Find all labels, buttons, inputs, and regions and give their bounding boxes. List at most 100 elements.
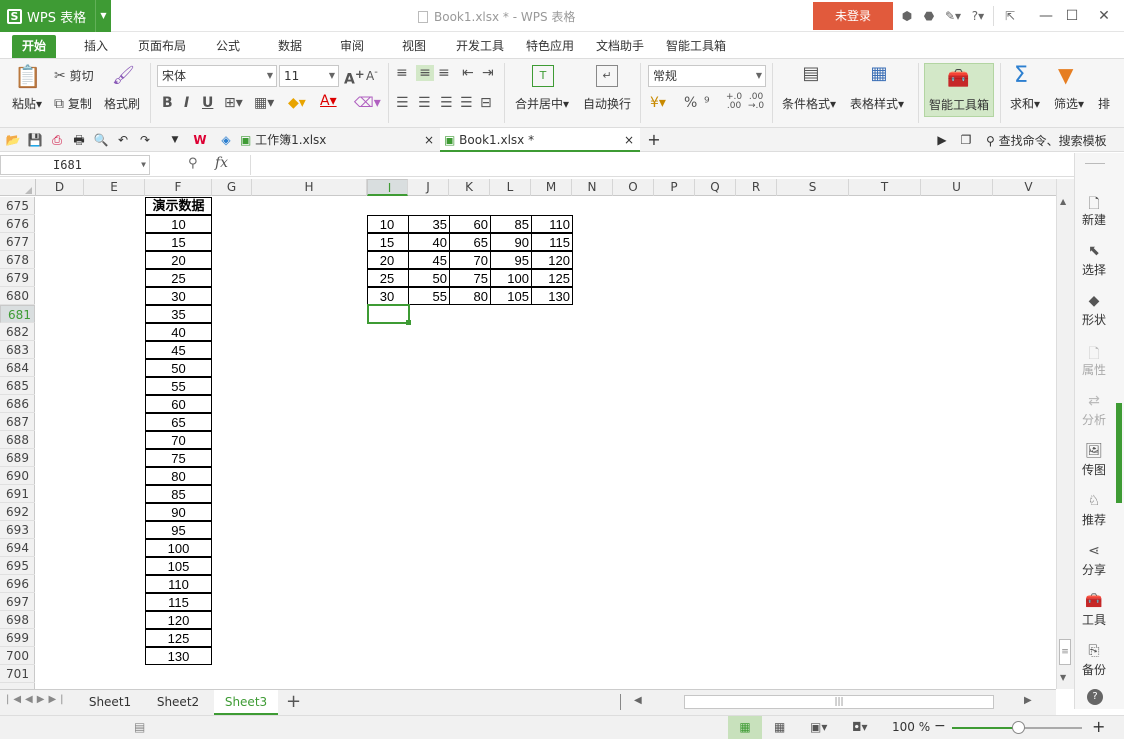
reading-mode-icon[interactable]: ◘▾ — [852, 720, 868, 734]
column-header-d[interactable]: D — [36, 179, 84, 196]
format-painter-button[interactable]: 格式刷 — [104, 95, 140, 112]
font-grow-icon[interactable]: A+ — [344, 67, 365, 88]
tab-data[interactable]: 数据 — [278, 35, 302, 58]
vertical-scrollbar[interactable]: ▲ ≡ ▼ — [1056, 179, 1074, 689]
row-header-681[interactable]: 681 — [0, 305, 35, 323]
table-cell[interactable]: 130 — [531, 287, 573, 305]
tab-smart-toolbox[interactable]: 智能工具箱 — [666, 35, 726, 58]
undo-icon[interactable]: ↶ — [115, 132, 131, 148]
font-size-select[interactable]: 11 ▼ — [279, 65, 339, 87]
column-header-n[interactable]: N — [572, 179, 613, 196]
tab-view[interactable]: 视图 — [402, 35, 426, 58]
conditional-format-icon[interactable]: ▤ — [800, 63, 822, 89]
align-top-icon[interactable]: ≡ — [396, 65, 408, 81]
active-cell[interactable] — [367, 304, 411, 325]
row-header-677[interactable]: 677 — [0, 233, 35, 251]
fill-handle[interactable] — [406, 320, 411, 325]
close-button[interactable]: ✕ — [1090, 5, 1118, 27]
align-right-icon[interactable]: ☰ — [440, 95, 453, 111]
column-header-o[interactable]: O — [613, 179, 654, 196]
demo-cell[interactable]: 50 — [145, 359, 212, 377]
column-header-h[interactable]: H — [252, 179, 367, 196]
table-style-icon[interactable]: ▦ — [868, 63, 890, 89]
row-header-682[interactable]: 682 — [0, 323, 35, 341]
table-cell[interactable]: 55 — [408, 287, 450, 305]
panel-tools-button[interactable]: 🧰 工具 — [1075, 593, 1113, 628]
percent-button[interactable]: % — [684, 95, 697, 111]
row-header-693[interactable]: 693 — [0, 521, 35, 539]
column-header-u[interactable]: U — [921, 179, 993, 196]
wps-home-icon[interactable]: W — [192, 132, 208, 148]
row-header-683[interactable]: 683 — [0, 341, 35, 359]
customize-icon[interactable]: ▼ — [167, 132, 183, 148]
table-cell[interactable]: 25 — [367, 269, 409, 287]
cell-style-icon[interactable]: ▦▾ — [254, 95, 274, 111]
print-icon[interactable]: 🖶 — [71, 132, 87, 148]
page-layout-view-icon[interactable]: ▣▾ — [810, 720, 827, 734]
align-bottom-icon[interactable]: ≡ — [438, 65, 450, 81]
column-header-l[interactable]: L — [490, 179, 531, 196]
decimal-decrease-button[interactable]: .00 →.0 — [748, 93, 764, 111]
column-header-k[interactable]: K — [449, 179, 490, 196]
indent-decrease-icon[interactable]: ⇤ — [462, 65, 474, 81]
wrap-text-icon[interactable]: ↵ — [596, 65, 618, 87]
zoom-level[interactable]: 100 % — [892, 720, 930, 734]
font-color-icon[interactable]: A▾ — [320, 93, 337, 109]
row-header-680[interactable]: 680 — [0, 287, 35, 305]
splitter[interactable] — [620, 694, 621, 710]
sort-button[interactable]: 排 — [1098, 95, 1124, 112]
help-icon[interactable]: ? — [1087, 689, 1103, 705]
panel-image-upload-button[interactable]: 🖼 传图 — [1075, 443, 1113, 478]
justify-icon[interactable]: ☰ — [460, 95, 473, 111]
filter-button[interactable]: 筛选▾ — [1054, 95, 1084, 112]
demo-cell[interactable]: 95 — [145, 521, 212, 539]
print-preview-icon[interactable]: 🔍 — [93, 132, 109, 148]
horizontal-scroll-thumb[interactable]: ||| — [684, 695, 994, 709]
table-cell[interactable]: 115 — [531, 233, 573, 251]
panel-recommend-button[interactable]: ♘ 推荐 — [1075, 493, 1113, 528]
scroll-down-icon[interactable]: ▼ — [1060, 673, 1066, 682]
tab-doc-assistant[interactable]: 文档助手 — [596, 35, 644, 58]
column-header-f[interactable]: F — [145, 179, 212, 196]
distribute-icon[interactable]: ⊟ — [480, 95, 492, 111]
demo-cell[interactable]: 85 — [145, 485, 212, 503]
demo-cell[interactable]: 60 — [145, 395, 212, 413]
table-cell[interactable]: 80 — [449, 287, 491, 305]
table-cell[interactable]: 65 — [449, 233, 491, 251]
table-cell[interactable]: 30 — [367, 287, 409, 305]
panel-property-button[interactable]: 🗋 属性 — [1075, 343, 1113, 378]
decimal-increase-button[interactable]: +.0 .00 — [726, 93, 742, 111]
tab-formulas[interactable]: 公式 — [216, 35, 240, 58]
row-header-694[interactable]: 694 — [0, 539, 35, 557]
align-middle-icon[interactable]: ≡ — [416, 65, 434, 81]
row-header-695[interactable]: 695 — [0, 557, 35, 575]
row-header-701[interactable]: 701 — [0, 665, 35, 683]
demo-cell[interactable]: 90 — [145, 503, 212, 521]
maximize-button[interactable]: ☐ — [1058, 5, 1086, 27]
merge-center-icon[interactable]: T — [532, 65, 554, 87]
settings-icon[interactable]: ⬣ — [920, 8, 938, 24]
column-header-r[interactable]: R — [736, 179, 777, 196]
paste-button[interactable]: 粘贴▾ — [12, 95, 42, 112]
close-icon[interactable]: × — [624, 128, 634, 152]
sheet-nav-icons[interactable]: |◀◀▶▶| — [6, 694, 68, 705]
demo-cell[interactable]: 125 — [145, 629, 212, 647]
sheet-tab-sheet3[interactable]: Sheet3 — [214, 690, 278, 715]
select-all-corner[interactable] — [0, 179, 36, 196]
smart-toolbox-button[interactable]: 🧰 智能工具箱 — [924, 63, 994, 117]
underline-button[interactable]: U — [202, 95, 213, 111]
demo-cell[interactable]: 65 — [145, 413, 212, 431]
scroll-up-icon[interactable]: ▲ — [1060, 197, 1066, 206]
align-left-icon[interactable]: ☰ — [396, 95, 409, 111]
add-sheet-icon[interactable]: + — [286, 691, 301, 712]
column-header-t[interactable]: T — [849, 179, 921, 196]
currency-icon[interactable]: ¥▾ — [650, 95, 666, 111]
minimize-button[interactable]: — — [1032, 5, 1060, 27]
row-header-676[interactable]: 676 — [0, 215, 35, 233]
table-cell[interactable]: 45 — [408, 251, 450, 269]
sheet-tab-sheet1[interactable]: Sheet1 — [78, 690, 142, 715]
normal-view-icon[interactable]: ▦ — [728, 716, 762, 739]
panel-analyze-button[interactable]: ⇄ 分析 — [1075, 393, 1113, 428]
row-header-687[interactable]: 687 — [0, 413, 35, 431]
row-header-697[interactable]: 697 — [0, 593, 35, 611]
